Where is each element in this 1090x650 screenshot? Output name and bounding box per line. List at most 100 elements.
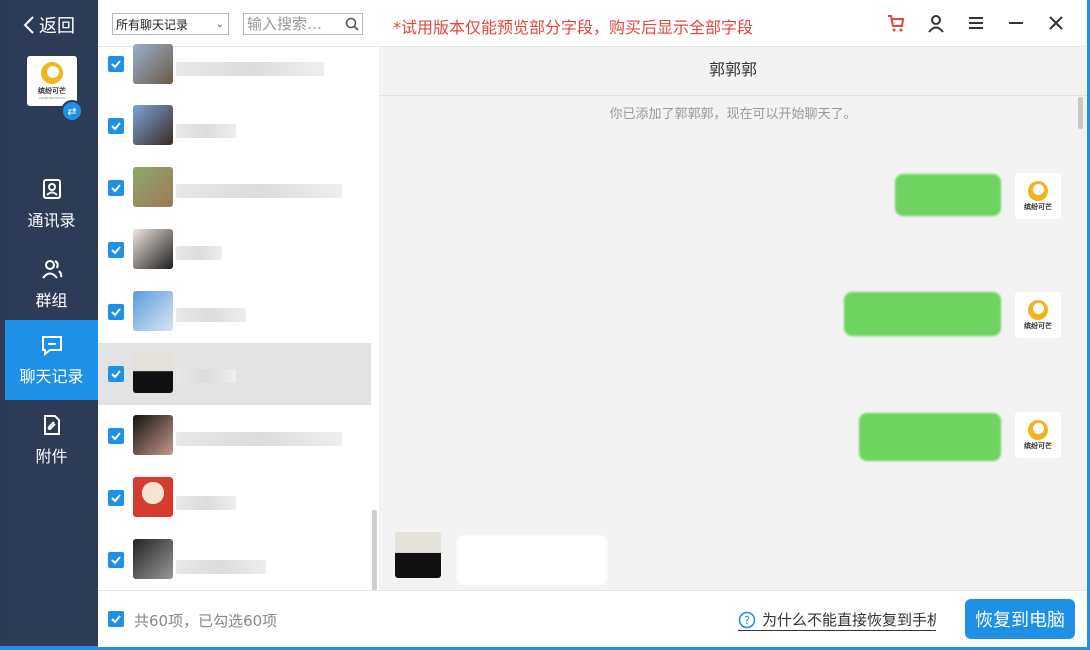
menu-icon[interactable]: [965, 12, 987, 34]
contact-name-redacted: [176, 308, 246, 322]
window-controls: [885, 12, 1067, 34]
nav-item-groups[interactable]: 群组: [5, 244, 98, 324]
avatar: [133, 167, 173, 207]
avatar: [133, 539, 173, 579]
help-link-text: 为什么不能直接恢复到手机: [762, 611, 936, 629]
contact-name-redacted: [176, 496, 236, 510]
logo-icon: [1028, 299, 1048, 320]
list-item-selected[interactable]: [98, 343, 371, 405]
check-icon: [111, 308, 121, 317]
row-checkbox[interactable]: [108, 242, 124, 258]
chat-filter-value: 所有聊天记录: [116, 18, 189, 32]
chat-contact-name: 郭郭郭: [379, 47, 1087, 96]
chat-scrollbar[interactable]: [1078, 97, 1083, 129]
row-checkbox[interactable]: [108, 180, 124, 196]
check-icon: [111, 494, 121, 503]
row-checkbox[interactable]: [108, 428, 124, 444]
row-checkbox[interactable]: [108, 118, 124, 134]
minimize-icon[interactable]: [1005, 12, 1027, 34]
nav-label-groups: 群组: [35, 291, 68, 310]
avatar-logo-text: 缤纷可芒: [1024, 321, 1052, 330]
chat-panel: 郭郭郭 你已添加了郭郭郭，现在可以开始聊天了。 缤纷可芒 缤纷可芒 缤纷可芒: [379, 47, 1087, 590]
logo-icon: [1028, 419, 1048, 440]
svg-text:?: ?: [744, 614, 750, 627]
cart-icon[interactable]: [885, 12, 907, 34]
check-icon: [111, 246, 121, 255]
selection-count: 共60项，已勾选60项: [134, 612, 278, 630]
swap-device-icon[interactable]: ⇄: [61, 100, 83, 122]
logo-icon: [1028, 180, 1048, 201]
avatar: [133, 291, 173, 331]
contact-name-redacted: [176, 369, 236, 383]
incoming-message-redacted: [457, 535, 607, 585]
avatar: [133, 477, 173, 517]
help-link[interactable]: ? 为什么不能直接恢复到手机: [738, 609, 936, 631]
nav-label-contacts: 通讯录: [27, 211, 76, 230]
contact-name-redacted: [176, 560, 266, 574]
check-icon: [111, 60, 121, 69]
nav-label-chat-history: 聊天记录: [19, 367, 84, 386]
left-nav: 返回 缤纷可芒 COME ON FRUITS ⇄ 通讯录 群组 聊天记录 附件: [5, 0, 98, 646]
contact-name-redacted: [176, 62, 324, 76]
search-icon: [345, 17, 359, 31]
list-item[interactable]: [98, 100, 371, 162]
check-icon: [111, 615, 121, 624]
avatar: [133, 415, 173, 455]
row-checkbox[interactable]: [108, 56, 124, 72]
avatar: [133, 353, 173, 393]
logo-subtext: COME ON FRUITS: [38, 96, 66, 100]
restore-to-pc-button[interactable]: 恢复到电脑: [965, 599, 1075, 639]
contact-name-redacted: [176, 124, 236, 138]
close-icon[interactable]: [1045, 12, 1067, 34]
app-logo: 缤纷可芒 COME ON FRUITS: [27, 56, 77, 106]
check-icon: [111, 556, 121, 565]
nav-item-attachments[interactable]: 附件: [5, 400, 98, 480]
list-item[interactable]: [98, 224, 371, 286]
list-item[interactable]: [98, 162, 371, 224]
nav-item-chat-history[interactable]: 聊天记录: [5, 320, 98, 400]
check-icon: [111, 432, 121, 441]
row-checkbox[interactable]: [108, 490, 124, 506]
avatar: [133, 105, 173, 145]
top-bar: *试用版本仅能预览部分字段，购买后显示全部字段: [379, 0, 1087, 47]
row-checkbox[interactable]: [108, 552, 124, 568]
logo-text: 缤纷可芒: [38, 87, 66, 95]
list-item[interactable]: [98, 286, 371, 348]
contacts-icon: [42, 179, 61, 199]
back-label: 返回: [39, 16, 75, 37]
search-placeholder: 输入搜索…: [247, 15, 323, 33]
my-avatar: 缤纷可芒: [1015, 173, 1061, 219]
list-scrollbar[interactable]: [372, 510, 377, 590]
nav-item-contacts[interactable]: 通讯录: [5, 164, 98, 244]
chat-filter-select[interactable]: 所有聊天记录 ⌄: [112, 13, 229, 35]
avatar: [133, 44, 173, 84]
nav-label-attachments: 附件: [35, 447, 68, 466]
my-avatar: 缤纷可芒: [1015, 292, 1061, 338]
contact-avatar: [395, 532, 441, 578]
question-icon: ?: [738, 611, 756, 628]
bottom-bar: 共60项，已勾选60项 ? 为什么不能直接恢复到手机 恢复到电脑: [98, 590, 1087, 647]
avatar-logo-text: 缤纷可芒: [1024, 202, 1052, 211]
list-item[interactable]: [98, 38, 371, 100]
group-icon: [41, 260, 62, 279]
system-message: 你已添加了郭郭郭，现在可以开始聊天了。: [609, 107, 857, 122]
chevron-left-icon: [23, 16, 34, 34]
back-button[interactable]: 返回: [23, 12, 75, 38]
trial-notice: *试用版本仅能预览部分字段，购买后显示全部字段: [393, 18, 754, 37]
outgoing-message-redacted: [844, 292, 1001, 336]
contact-name-redacted: [176, 184, 342, 198]
outgoing-message-redacted: [859, 413, 1001, 461]
list-item[interactable]: [98, 530, 371, 592]
contact-name-redacted: [176, 246, 222, 260]
conversation-list: 所有聊天记录 ⌄ 输入搜索…: [98, 0, 380, 590]
check-icon: [111, 184, 121, 193]
row-checkbox[interactable]: [108, 304, 124, 320]
list-item[interactable]: [98, 472, 371, 534]
my-avatar: 缤纷可芒: [1015, 412, 1061, 458]
user-icon[interactable]: [925, 12, 947, 34]
select-all-checkbox[interactable]: [108, 611, 124, 627]
list-item[interactable]: [98, 410, 371, 472]
row-checkbox[interactable]: [108, 366, 124, 382]
search-input[interactable]: 输入搜索…: [243, 13, 363, 35]
check-icon: [111, 122, 121, 131]
